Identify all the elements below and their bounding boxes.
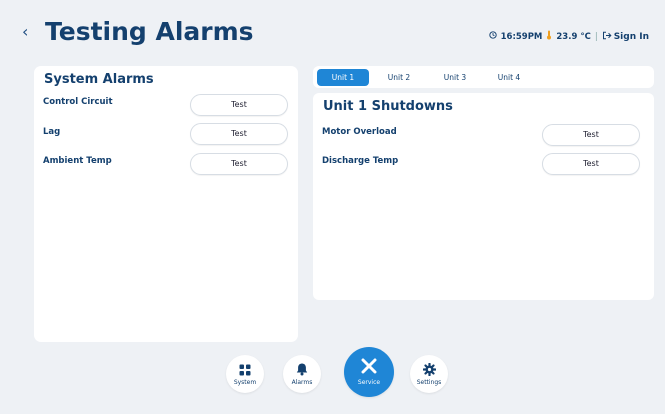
nav-alarms-label: Alarms: [291, 379, 313, 386]
nav-service[interactable]: Service: [344, 347, 394, 397]
unit-panel: Unit 1 Unit 2 Unit 3 Unit 4 Unit 1 Shutd…: [313, 66, 654, 300]
alarm-label-lag: Lag: [43, 127, 61, 137]
tools-icon: [344, 358, 394, 378]
time-display: 16:59PM: [500, 31, 543, 42]
unit-shutdowns-title: Unit 1 Shutdowns: [323, 99, 453, 114]
test-button-ambient-temp[interactable]: Test: [190, 153, 288, 175]
header: ‹ Testing Alarms 16:59PM 23.9 °C | Sign …: [0, 0, 665, 62]
system-alarms-title: System Alarms: [44, 72, 154, 87]
nav-system-label: System: [233, 379, 257, 386]
bell-icon: [283, 361, 321, 380]
alarm-label-control-circuit: Control Circuit: [43, 97, 113, 107]
bottom-nav: System Alarms Service Settings: [0, 347, 665, 414]
nav-system[interactable]: System: [226, 355, 264, 393]
shutdown-label-discharge-temp: Discharge Temp: [322, 156, 399, 166]
sign-in-icon: [602, 31, 612, 43]
clock-icon: [488, 31, 497, 42]
test-button-motor-overload[interactable]: Test: [542, 124, 640, 146]
status-bar: 16:59PM 23.9 °C | Sign In: [488, 30, 649, 43]
nav-alarms[interactable]: Alarms: [283, 355, 321, 393]
tab-unit-2[interactable]: Unit 2: [373, 69, 425, 86]
nav-service-label: Service: [357, 379, 381, 386]
tab-unit-4[interactable]: Unit 4: [483, 69, 535, 86]
page-title: Testing Alarms: [45, 17, 254, 46]
gear-icon: [410, 361, 448, 380]
test-button-control-circuit[interactable]: Test: [190, 94, 288, 116]
sign-in-label: Sign In: [613, 31, 649, 42]
test-button-discharge-temp[interactable]: Test: [542, 153, 640, 175]
sign-in-button[interactable]: Sign In: [602, 31, 649, 43]
test-button-lag[interactable]: Test: [190, 123, 288, 145]
grid-icon: [226, 361, 264, 380]
back-button[interactable]: ‹: [22, 22, 28, 41]
system-alarms-panel: System Alarms Control Circuit Test Lag T…: [34, 66, 298, 342]
shutdown-label-motor-overload: Motor Overload: [322, 127, 397, 137]
nav-settings[interactable]: Settings: [410, 355, 448, 393]
thermometer-icon: [546, 30, 552, 43]
nav-settings-label: Settings: [416, 379, 442, 386]
unit-tab-bar: Unit 1 Unit 2 Unit 3 Unit 4: [313, 66, 654, 88]
unit-shutdowns-panel: Unit 1 Shutdowns Motor Overload Test Dis…: [313, 93, 654, 300]
status-divider: |: [594, 31, 598, 42]
tab-unit-1[interactable]: Unit 1: [317, 69, 369, 86]
alarm-label-ambient-temp: Ambient Temp: [43, 156, 112, 166]
temperature-display: 23.9 °C: [556, 31, 591, 42]
tab-unit-3[interactable]: Unit 3: [429, 69, 481, 86]
